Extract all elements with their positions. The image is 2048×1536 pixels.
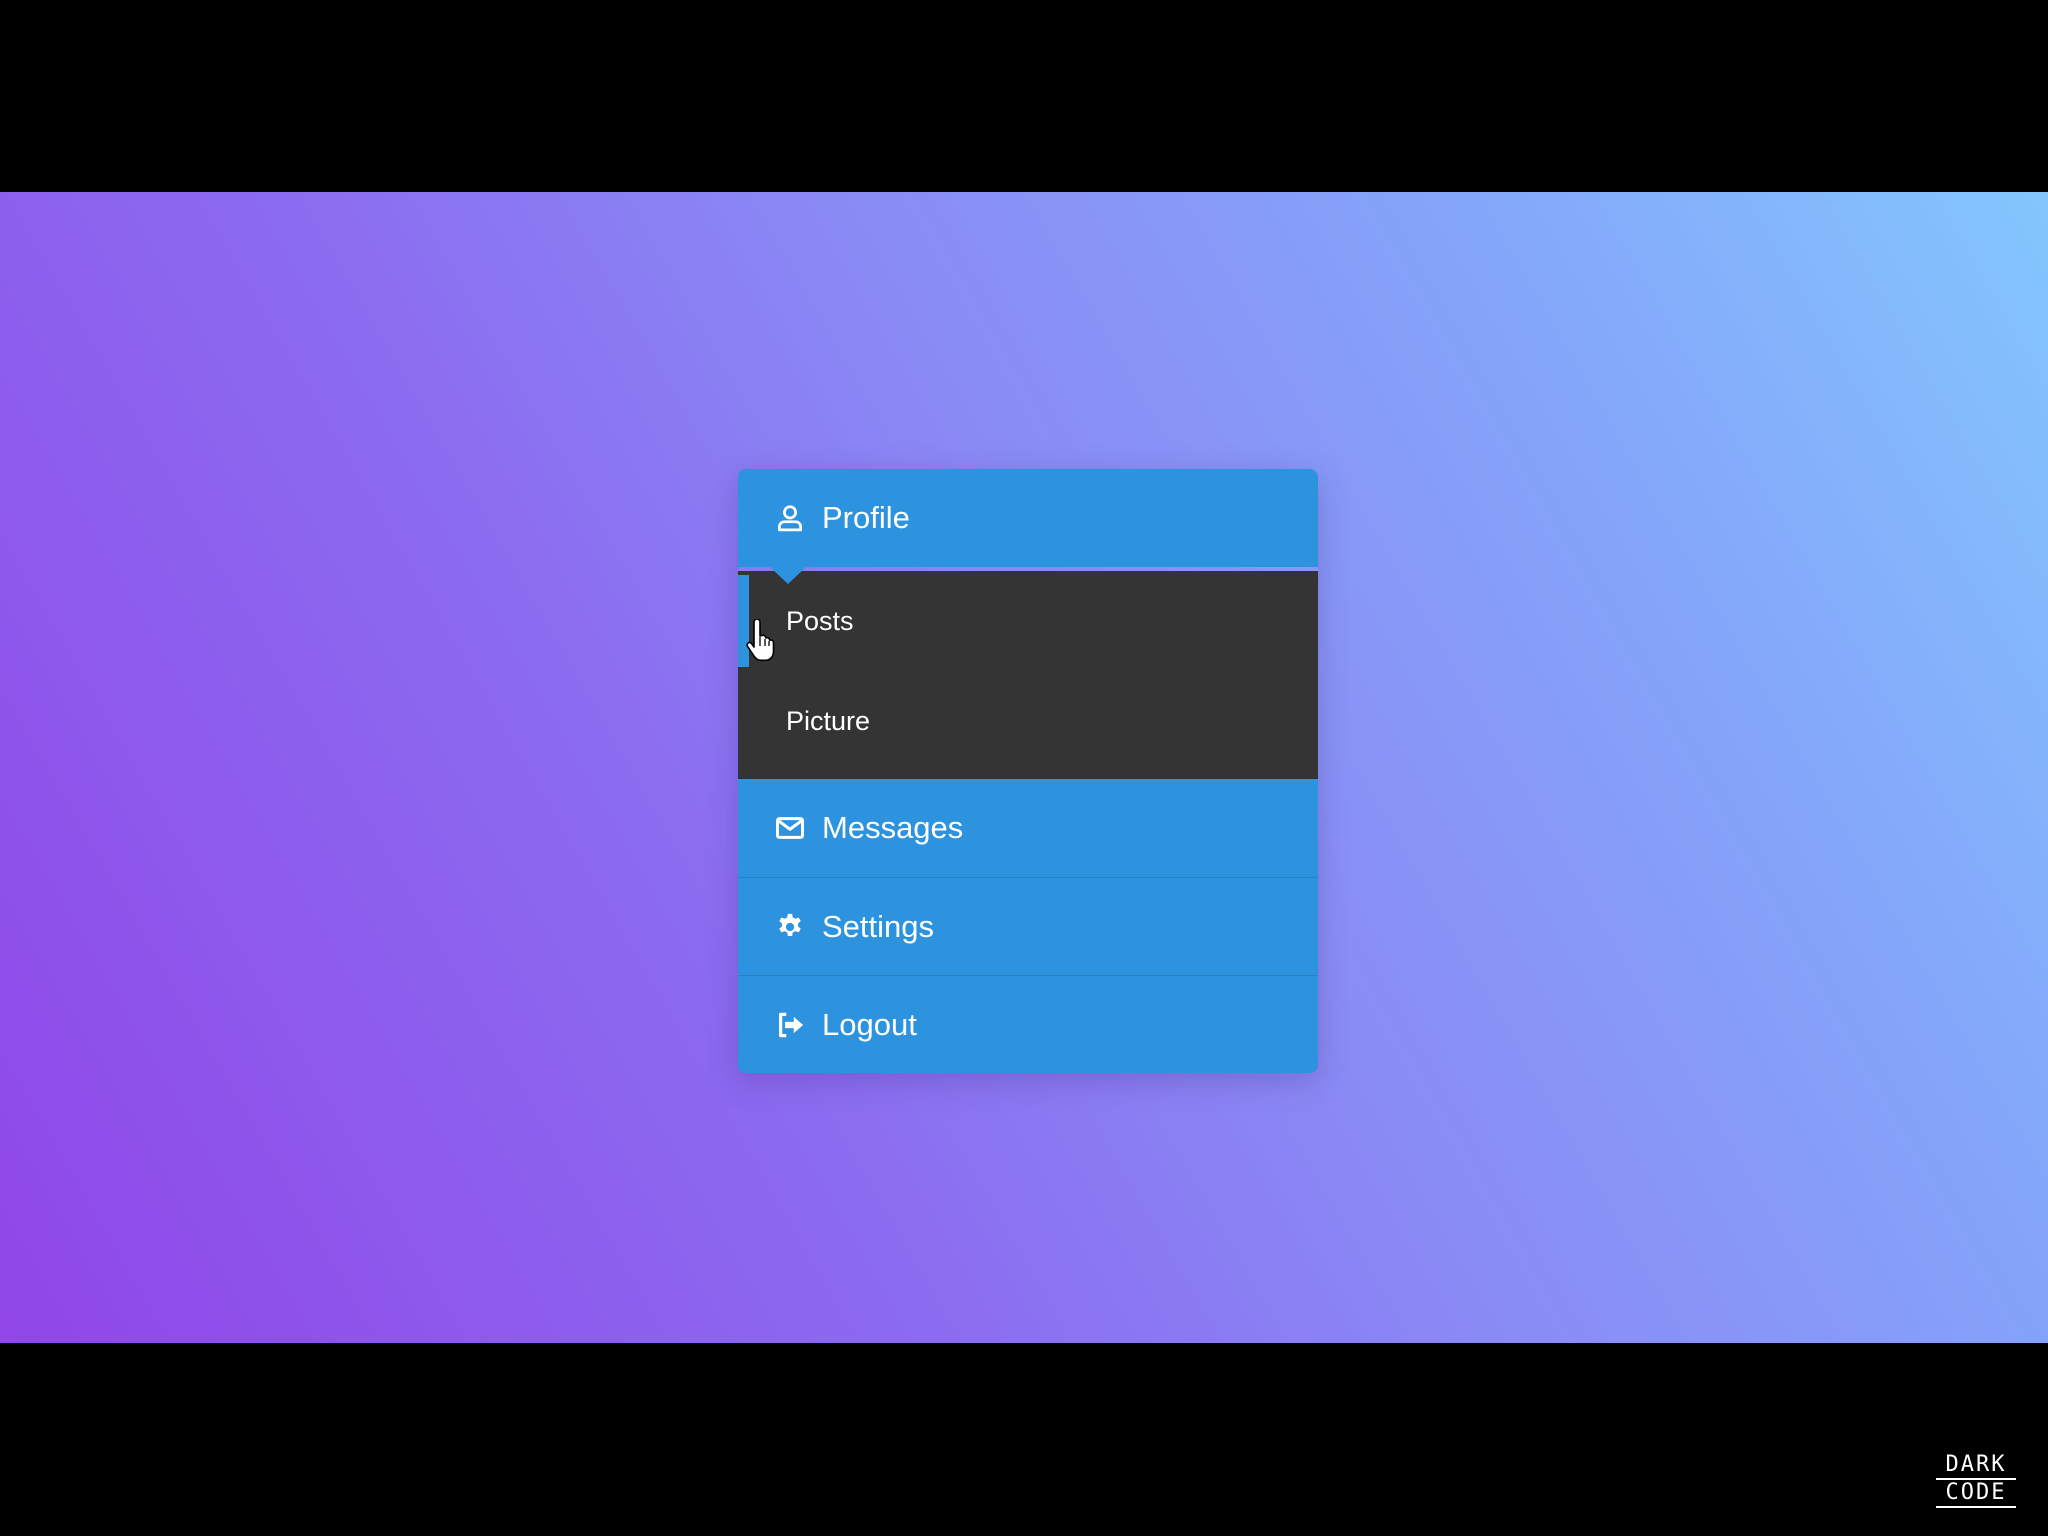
menu-item-label: Profile xyxy=(822,500,910,535)
dropdown-menu: Profile Posts Picture Messages Settings … xyxy=(738,469,1318,1073)
brand-line-1: DARK xyxy=(1936,1452,2016,1480)
menu-item-profile[interactable]: Profile xyxy=(738,469,1318,584)
gear-icon xyxy=(774,911,806,943)
menu-item-label: Messages xyxy=(822,810,964,845)
envelope-icon xyxy=(774,812,806,844)
submenu-item-posts[interactable]: Posts xyxy=(738,571,1318,671)
menu-item-messages[interactable]: Messages xyxy=(738,779,1318,877)
letterbox-top xyxy=(0,0,2048,192)
caret-pointer xyxy=(770,567,806,584)
letterbox-bottom xyxy=(0,1343,2048,1536)
submenu-item-label: Posts xyxy=(786,605,854,636)
menu-item-settings[interactable]: Settings xyxy=(738,877,1318,975)
sign-out-icon xyxy=(774,1009,806,1041)
submenu-profile: Posts Picture xyxy=(738,571,1318,779)
brand-logo: DARK CODE xyxy=(1936,1452,2016,1508)
brand-line-2: CODE xyxy=(1936,1480,2016,1508)
menu-item-label: Settings xyxy=(822,908,935,944)
hand-cursor-icon xyxy=(746,619,775,662)
menu-item-label: Logout xyxy=(822,1006,917,1042)
submenu-item-picture[interactable]: Picture xyxy=(738,671,1318,771)
submenu-item-label: Picture xyxy=(786,705,871,736)
user-icon xyxy=(774,502,806,534)
menu-item-logout[interactable]: Logout xyxy=(738,975,1318,1073)
background-stage: Profile Posts Picture Messages Settings … xyxy=(0,192,2048,1343)
